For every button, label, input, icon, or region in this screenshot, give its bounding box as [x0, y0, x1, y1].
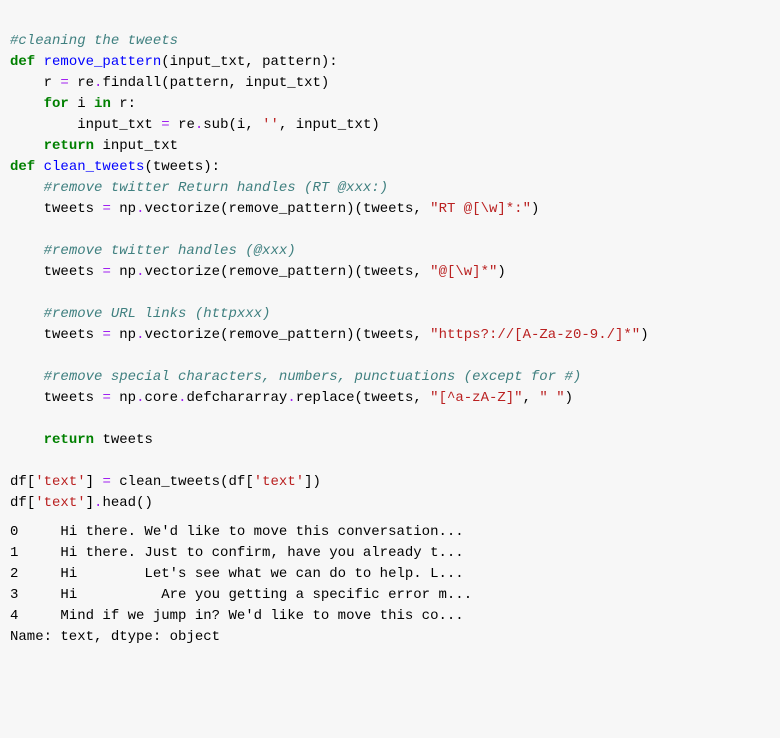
call-findall: findall [102, 75, 161, 91]
kw-def2: def [10, 159, 35, 175]
var-r: r [44, 75, 52, 91]
out-footer: Name: text, dtype: object [10, 629, 220, 645]
kw-in: in [94, 96, 111, 112]
out-row: 1 Hi there. Just to confirm, have you al… [10, 545, 464, 561]
str-url-pattern: "https?://[A-Za-z0-9./]*" [430, 327, 640, 343]
kw-return: return [44, 138, 94, 154]
str-rt-pattern: "RT @[\w]*:" [430, 201, 531, 217]
comment-special: #remove special characters, numbers, pun… [44, 369, 582, 385]
mod-re: re [77, 75, 94, 91]
comment-url: #remove URL links (httpxxx) [44, 306, 271, 322]
str-regex: "[^a-zA-Z]" [430, 390, 522, 406]
fn-remove-pattern: remove_pattern [44, 54, 162, 70]
kw-def: def [10, 54, 35, 70]
param-pattern: pattern [262, 54, 321, 70]
fn-clean-tweets: clean_tweets [44, 159, 145, 175]
code-block: #cleaning the tweets def remove_pattern(… [10, 10, 770, 514]
out-row: 4 Mind if we jump in? We'd like to move … [10, 608, 464, 624]
param-input-txt: input_txt [170, 54, 246, 70]
call-sub: sub [203, 117, 228, 133]
out-row: 0 Hi there. We'd like to move this conve… [10, 524, 464, 540]
out-row: 2 Hi Let's see what we can do to help. L… [10, 566, 464, 582]
output-block: 0 Hi there. We'd like to move this conve… [10, 522, 770, 648]
comment-handles: #remove twitter handles (@xxx) [44, 243, 296, 259]
kw-for: for [44, 96, 69, 112]
comment-rt: #remove twitter Return handles (RT @xxx:… [44, 180, 388, 196]
comment-clean: #cleaning the tweets [10, 33, 178, 49]
str-handle-pattern: "@[\w]*" [430, 264, 497, 280]
op-eq: = [60, 75, 68, 91]
call-head: head [102, 495, 136, 511]
out-row: 3 Hi Are you getting a specific error m.… [10, 587, 472, 603]
